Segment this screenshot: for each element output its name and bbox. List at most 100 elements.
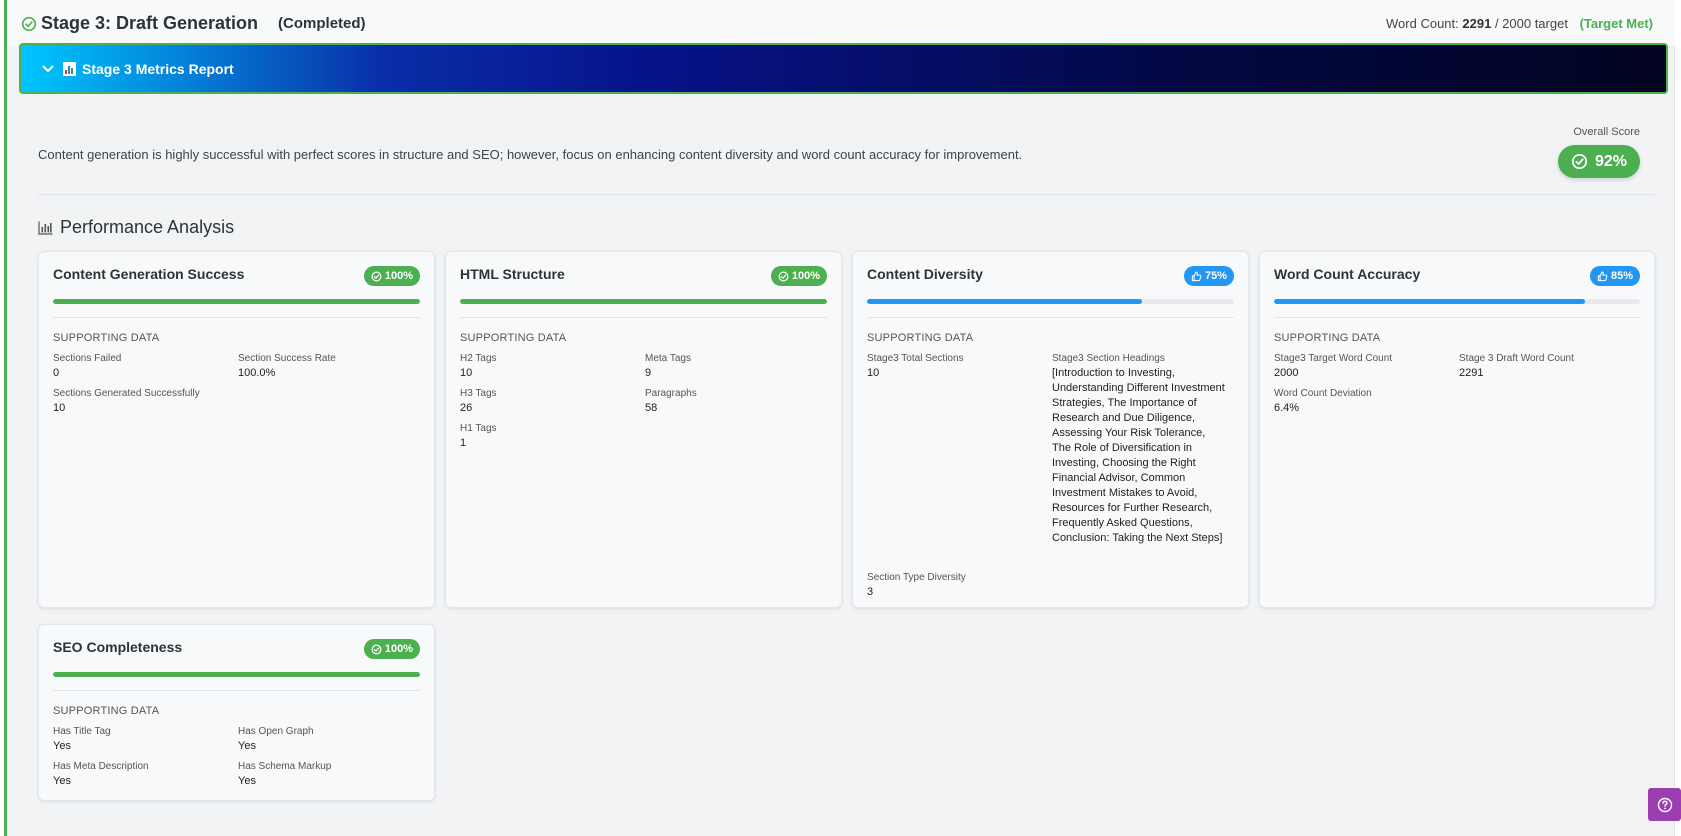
field-value: 10 xyxy=(53,402,66,414)
stage-header: Stage 3: Draft Generation (Completed) Wo… xyxy=(7,0,1675,46)
supporting-data-label: SUPPORTING DATA xyxy=(460,332,567,344)
score-value: 85% xyxy=(1610,270,1633,282)
score-badge: 100% xyxy=(770,266,827,286)
data-field: Section Success Rate 100.0% xyxy=(238,353,408,381)
supporting-data-label: SUPPORTING DATA xyxy=(53,332,160,344)
field-label: Word Count Deviation xyxy=(1274,388,1372,399)
field-value: [Introduction to Investing, Understandin… xyxy=(1052,367,1225,544)
word-count-label: Word Count: xyxy=(1386,16,1459,31)
field-label: Has Meta Description xyxy=(53,761,149,772)
card-divider xyxy=(460,317,827,318)
field-value: 10 xyxy=(867,367,880,379)
progress-fill xyxy=(53,299,420,304)
field-value: 58 xyxy=(645,402,658,414)
word-count-summary: Word Count: 2291 / 2000 target (Target M… xyxy=(1386,16,1653,31)
stage-panel: Stage 3: Draft Generation (Completed) Wo… xyxy=(4,0,1675,836)
metric-card-html-structure: HTML Structure 100% SUPPORTING DATA H2 T… xyxy=(445,251,842,608)
score-badge: 100% xyxy=(363,266,420,286)
field-value: Yes xyxy=(238,775,256,787)
card-divider xyxy=(867,317,1234,318)
help-icon xyxy=(1657,797,1672,812)
bar-chart-icon xyxy=(38,221,53,235)
field-value: 10 xyxy=(460,367,473,379)
check-circle-icon xyxy=(1571,153,1588,170)
field-label: Stage3 Total Sections xyxy=(867,353,964,364)
check-circle-icon xyxy=(778,271,789,281)
field-label: Stage3 Section Headings xyxy=(1052,353,1165,364)
data-field: Has Open Graph Yes xyxy=(238,726,408,754)
stage-title: Stage 3: Draft Generation xyxy=(41,13,259,33)
field-label: H2 Tags xyxy=(460,353,497,364)
field-value: Yes xyxy=(53,740,71,752)
field-value: 9 xyxy=(645,367,652,379)
score-badge: 100% xyxy=(363,639,420,659)
supporting-data-label: SUPPORTING DATA xyxy=(1274,332,1381,344)
supporting-data-label: SUPPORTING DATA xyxy=(53,705,160,717)
progress-bar xyxy=(460,299,827,304)
field-label: Has Schema Markup xyxy=(238,761,332,772)
help-button[interactable] xyxy=(1648,788,1681,821)
data-field: Stage3 Total Sections 10 xyxy=(867,353,1037,381)
field-label: Section Type Diversity xyxy=(867,572,966,583)
metric-card-content-generation: Content Generation Success 100% SUPPORTI… xyxy=(38,251,435,608)
data-field: Paragraphs 58 xyxy=(645,388,815,416)
score-value: 100% xyxy=(384,643,413,655)
data-field: H3 Tags 26 xyxy=(460,388,630,416)
performance-analysis-heading: Performance Analysis xyxy=(38,217,234,238)
field-value: 26 xyxy=(460,402,473,414)
data-field: Stage3 Target Word Count 2000 xyxy=(1274,353,1444,381)
data-field: Has Meta Description Yes xyxy=(53,761,223,789)
performance-analysis-title: Performance Analysis xyxy=(60,217,235,237)
data-field: H2 Tags 10 xyxy=(460,353,630,381)
data-field: H1 Tags 1 xyxy=(460,423,630,451)
card-divider xyxy=(1274,317,1640,318)
progress-fill xyxy=(867,299,1143,304)
field-label: Sections Generated Successfully xyxy=(53,388,200,399)
progress-fill xyxy=(1274,299,1586,304)
field-value: 2291 xyxy=(1459,367,1484,379)
data-field: Stage3 Section Headings [Introduction to… xyxy=(1052,353,1227,546)
data-field: Has Title Tag Yes xyxy=(53,726,223,754)
overall-score-label: Overall Score xyxy=(1573,126,1640,138)
word-count-value: 2291 xyxy=(1462,16,1492,31)
data-field: Has Schema Markup Yes xyxy=(238,761,408,789)
score-badge: 85% xyxy=(1589,266,1640,286)
metric-card-title: Word Count Accuracy xyxy=(1274,266,1421,282)
field-value: 2000 xyxy=(1274,367,1299,379)
field-label: Has Title Tag xyxy=(53,726,111,737)
metrics-report-title: Stage 3 Metrics Report xyxy=(82,60,234,77)
overall-score-value: 92% xyxy=(1594,152,1628,170)
field-label: Stage 3 Draft Word Count xyxy=(1459,353,1574,364)
card-divider xyxy=(53,690,420,691)
metric-card-title: Content Generation Success xyxy=(53,266,245,282)
stage-status: (Completed) xyxy=(278,15,366,32)
field-label: Paragraphs xyxy=(645,388,697,399)
metric-card-seo-completeness: SEO Completeness 100% SUPPORTING DATA Ha… xyxy=(38,624,435,801)
word-count-target: / 2000 target xyxy=(1494,16,1568,31)
field-value: 100.0% xyxy=(238,367,276,379)
field-value: 3 xyxy=(867,586,874,598)
field-label: H3 Tags xyxy=(460,388,497,399)
metric-card-word-count-accuracy: Word Count Accuracy 85% SUPPORTING DATA … xyxy=(1259,251,1655,608)
field-value: 1 xyxy=(460,437,467,449)
metric-card-title: Content Diversity xyxy=(867,266,983,282)
progress-bar xyxy=(53,299,420,304)
check-circle-icon xyxy=(21,16,37,31)
metrics-report-toggle[interactable]: Stage 3 Metrics Report xyxy=(19,43,1668,94)
check-circle-icon xyxy=(371,644,382,654)
thumbs-up-icon xyxy=(1597,271,1608,281)
field-value: Yes xyxy=(53,775,71,787)
score-badge: 75% xyxy=(1183,266,1234,286)
thumbs-up-icon xyxy=(1191,271,1202,281)
score-value: 100% xyxy=(791,270,820,282)
supporting-data-label: SUPPORTING DATA xyxy=(867,332,974,344)
check-circle-icon xyxy=(371,271,382,281)
metric-card-content-diversity: Content Diversity 75% SUPPORTING DATA St… xyxy=(852,251,1249,608)
field-label: Meta Tags xyxy=(645,353,691,364)
metric-card-title: HTML Structure xyxy=(460,266,565,282)
target-status: (Target Met) xyxy=(1579,16,1653,31)
overall-score-badge: 92% xyxy=(1558,145,1640,178)
data-field: Stage 3 Draft Word Count 2291 xyxy=(1459,353,1629,381)
progress-fill xyxy=(53,672,420,677)
progress-bar xyxy=(53,672,420,677)
